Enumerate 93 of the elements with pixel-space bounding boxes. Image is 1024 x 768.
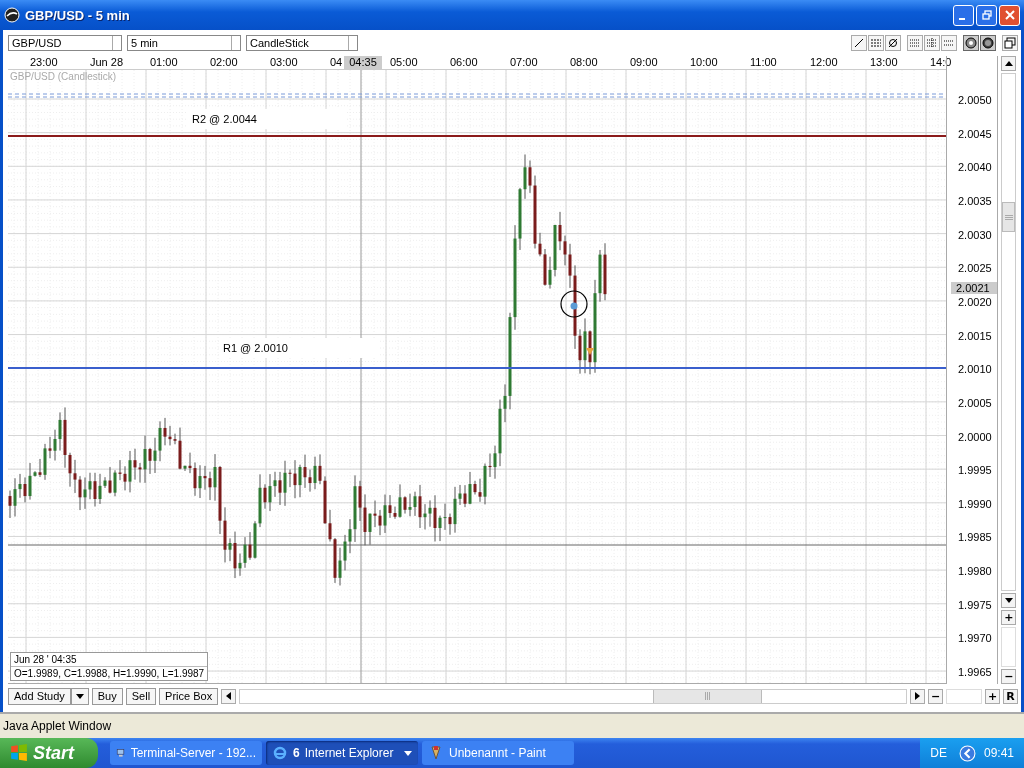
price-label: 2.0030	[957, 227, 992, 242]
price-label: 1.9990	[957, 496, 992, 511]
scroll-left-icon[interactable]	[221, 688, 237, 704]
time-label: 09:00	[630, 56, 658, 69]
browser-icon	[272, 745, 288, 761]
restore-icon	[981, 10, 992, 20]
cursor-time-label: 04:35	[344, 56, 382, 69]
caret-icon	[404, 750, 412, 756]
trend-line-icon[interactable]	[851, 35, 867, 51]
status-text: Java Applet Window	[3, 719, 112, 733]
circle-marker	[560, 290, 588, 318]
buy-button[interactable]: Buy	[91, 687, 123, 705]
price-label: 2.0050	[957, 93, 992, 107]
target-icon[interactable]	[963, 35, 979, 51]
reset-button[interactable]: R	[1003, 688, 1018, 704]
level-line-label: R1 @ 2.0010	[219, 338, 378, 359]
chart-legend: GBP/USD (Candlestick)	[10, 71, 117, 82]
sell-button[interactable]: Sell	[125, 687, 157, 705]
zoom-in-button[interactable]: +	[985, 688, 1000, 704]
time-label: 10:00	[690, 56, 718, 69]
time-label: 03:00	[270, 56, 298, 69]
time-label: 11:00	[750, 56, 777, 69]
price-label: 1.9975	[957, 597, 992, 612]
time-label: 01:00	[150, 56, 178, 69]
price-label: 2.0045	[957, 126, 992, 141]
detach-window-icon[interactable]	[1002, 35, 1018, 51]
paint-icon	[428, 745, 444, 761]
scroll-down-icon[interactable]	[1001, 593, 1017, 608]
time-label: 05:00	[390, 56, 418, 69]
scroll-right-icon[interactable]	[910, 688, 925, 704]
flag-icon	[10, 744, 28, 762]
price-label: 1.9995	[957, 463, 992, 478]
grid-icon[interactable]	[941, 35, 957, 51]
price-label: 2.0025	[957, 261, 992, 276]
no-lines-icon[interactable]	[885, 35, 901, 51]
info-date: Jun 28 ' 04:35	[11, 653, 208, 667]
current-price-label: 2.0021	[951, 282, 997, 295]
dot-marker	[570, 302, 578, 310]
price-label: 1.9985	[957, 530, 992, 545]
grid-icon[interactable]	[907, 35, 923, 51]
time-label: Jun 28	[90, 56, 124, 69]
price-label: 1.9980	[957, 564, 992, 579]
scroll-thumb[interactable]	[653, 689, 763, 703]
time-label: 23:00	[30, 56, 58, 69]
level-line-label: R2 @ 2.0044	[188, 109, 347, 129]
zoom-field[interactable]	[1001, 627, 1017, 667]
interval-dropdown[interactable]: 5 min	[127, 35, 241, 51]
ohlc-values: O=1.9989, C=1.9988, H=1.9990, L=1.9987	[13, 667, 206, 680]
target-icon[interactable]	[980, 35, 996, 51]
price-label: 2.0000	[957, 429, 992, 444]
time-label: 06:00	[450, 56, 478, 69]
grid-icon[interactable]	[924, 35, 940, 51]
window-title: GBP/USD - 5 min	[25, 7, 131, 23]
minimize-icon	[959, 18, 965, 20]
close-icon	[1004, 10, 1015, 20]
price-label: 2.0015	[957, 328, 992, 343]
price-label: 2.0040	[957, 160, 992, 175]
symbol-dropdown[interactable]: GBP/USD	[8, 35, 122, 51]
close-button[interactable]	[999, 4, 1020, 26]
scroll-thumb[interactable]	[1002, 202, 1016, 232]
restore-button[interactable]	[976, 4, 997, 26]
taskbar-button[interactable]: Terminal-Server - 192...	[110, 741, 262, 765]
time-label: 02:00	[210, 56, 238, 69]
price-label: 2.0020	[957, 294, 992, 309]
price-label: 2.0005	[957, 395, 992, 410]
time-label: 12:00	[810, 56, 838, 69]
time-label: 13:00	[870, 56, 898, 69]
horizontal-lines-icon[interactable]	[868, 35, 884, 51]
taskbar-button[interactable]: 6 Internet Explorer	[266, 741, 418, 765]
price-label: 1.9970	[957, 631, 992, 646]
zoom-in-button[interactable]: +	[1001, 610, 1017, 625]
clock: 09:41	[983, 746, 1014, 760]
zoom-field[interactable]	[946, 688, 982, 704]
taskbar-button[interactable]: Unbenannt - Paint	[422, 741, 574, 765]
horizontal-scrollbar[interactable]	[239, 688, 907, 704]
price-label: 2.0035	[957, 193, 992, 208]
scroll-up-icon[interactable]	[1001, 56, 1017, 71]
globe-icon	[4, 7, 20, 23]
zoom-out-button[interactable]: −	[928, 688, 943, 704]
chevron-icon[interactable]	[958, 744, 976, 762]
time-label: 04	[330, 56, 343, 69]
time-label: 07:00	[510, 56, 538, 69]
minimize-button[interactable]	[953, 4, 974, 26]
add-study-button[interactable]: Add Study	[8, 687, 71, 705]
vertical-scrollbar[interactable]	[1001, 73, 1017, 591]
dropdown-caret-icon[interactable]	[70, 687, 89, 705]
zoom-out-button[interactable]: −	[1001, 669, 1017, 684]
price-label: 1.9965	[957, 665, 992, 680]
triangle-marker	[586, 348, 594, 355]
chart-type-dropdown[interactable]: CandleStick	[246, 35, 358, 51]
price-label: 2.0010	[957, 362, 992, 377]
price-box-button[interactable]: Price Box	[159, 687, 219, 705]
time-label: 08:00	[570, 56, 598, 69]
